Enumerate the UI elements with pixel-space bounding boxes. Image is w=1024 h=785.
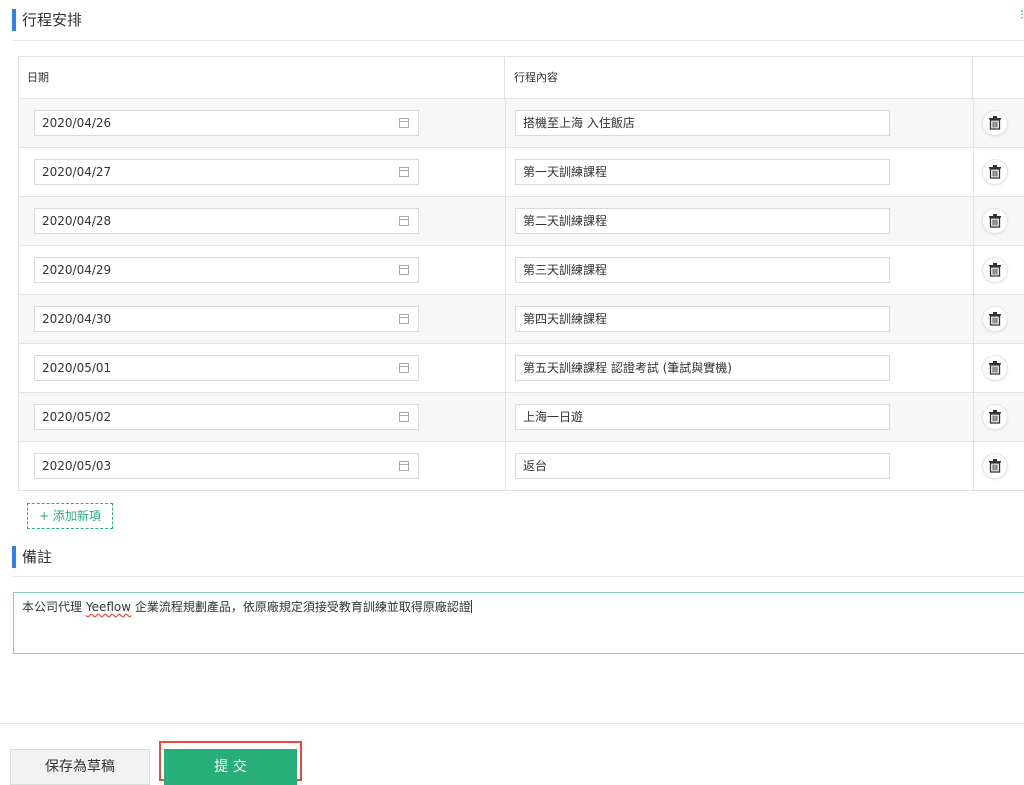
trash-icon [989,410,1001,424]
content-input[interactable]: 搭機至上海 入住飯店 [515,110,890,136]
date-input[interactable]: 2020/05/02 [34,404,419,430]
table-row: 2020/04/30 第四天訓練課程 [19,295,1024,344]
date-input[interactable]: 2020/04/28 [34,208,419,234]
delete-row-button[interactable] [982,208,1008,234]
trash-icon [989,312,1001,326]
calendar-icon[interactable] [399,314,409,324]
actions-cell [974,295,1024,343]
content-cell: 返台 [506,442,974,490]
content-cell: 第三天訓練課程 [506,246,974,294]
content-input[interactable]: 第四天訓練課程 [515,306,890,332]
content-input[interactable]: 第一天訓練課程 [515,159,890,185]
date-input[interactable]: 2020/05/03 [34,453,419,479]
trash-icon [989,214,1001,228]
delete-row-button[interactable] [982,404,1008,430]
delete-row-button[interactable] [982,257,1008,283]
content-input[interactable]: 第二天訓練課程 [515,208,890,234]
content-input[interactable]: 上海一日遊 [515,404,890,430]
date-value: 2020/05/03 [42,459,112,473]
divider [12,40,1024,41]
calendar-icon[interactable] [399,363,409,373]
table-header: 日期 行程內容 [19,57,1024,99]
trash-icon [989,361,1001,375]
date-value: 2020/04/30 [42,312,112,326]
table-row: 2020/04/28 第二天訓練課程 [19,197,1024,246]
actions-cell [974,148,1024,196]
actions-cell [974,442,1024,490]
content-input[interactable]: 第三天訓練課程 [515,257,890,283]
content-cell: 第一天訓練課程 [506,148,974,196]
table-row: 2020/04/29 第三天訓練課程 [19,246,1024,295]
table-row: 2020/05/01 第五天訓練課程 認證考試 (筆試與實機) [19,344,1024,393]
date-value: 2020/05/01 [42,361,112,375]
delete-row-button[interactable] [982,355,1008,381]
column-header-date: 日期 [19,57,505,98]
table-row: 2020/04/27 第一天訓練課程 [19,148,1024,197]
actions-cell [974,197,1024,245]
table-row: 2020/05/03 返台 [19,442,1024,491]
itinerary-table: 日期 行程內容 2020/04/26 搭機至上海 入住飯店 2020/04/27 第一… [18,56,1024,491]
actions-cell [974,246,1024,294]
date-cell: 2020/04/28 [19,197,506,245]
content-input[interactable]: 返台 [515,453,890,479]
date-cell: 2020/04/26 [19,99,506,147]
table-row: 2020/05/02 上海一日遊 [19,393,1024,442]
itinerary-section-title: 行程安排 [12,9,82,31]
calendar-icon[interactable] [399,118,409,128]
date-input[interactable]: 2020/04/26 [34,110,419,136]
actions-cell [974,99,1024,147]
date-value: 2020/04/26 [42,116,112,130]
content-cell: 第四天訓練課程 [506,295,974,343]
date-value: 2020/04/29 [42,263,112,277]
more-icon[interactable]: ⁝ [1020,8,1024,23]
add-item-button[interactable]: + 添加新項 [27,503,113,529]
content-cell: 上海一日遊 [506,393,974,441]
text-caret [470,600,472,613]
trash-icon [989,116,1001,130]
date-input[interactable]: 2020/04/27 [34,159,419,185]
date-input[interactable]: 2020/04/30 [34,306,419,332]
content-cell: 搭機至上海 入住飯店 [506,99,974,147]
calendar-icon[interactable] [399,461,409,471]
save-draft-button[interactable]: 保存為草稿 [10,749,150,785]
calendar-icon[interactable] [399,265,409,275]
date-cell: 2020/04/29 [19,246,506,294]
delete-row-button[interactable] [982,453,1008,479]
content-cell: 第五天訓練課程 認證考試 (筆試與實機) [506,344,974,392]
calendar-icon[interactable] [399,412,409,422]
footer-divider [0,723,1024,724]
submit-button[interactable]: 提 交 [164,749,297,785]
actions-cell [974,393,1024,441]
divider [12,576,1024,577]
column-header-content: 行程內容 [506,57,973,98]
table-row: 2020/04/26 搭機至上海 入住飯店 [19,99,1024,148]
date-input[interactable]: 2020/05/01 [34,355,419,381]
calendar-icon[interactable] [399,167,409,177]
delete-row-button[interactable] [982,306,1008,332]
actions-cell [974,344,1024,392]
delete-row-button[interactable] [982,159,1008,185]
date-value: 2020/04/28 [42,214,112,228]
remarks-section-title: 備註 [12,546,52,568]
submit-highlight: 提 交 [159,741,302,785]
column-header-actions [974,57,1024,98]
trash-icon [989,459,1001,473]
date-cell: 2020/04/27 [19,148,506,196]
remarks-textarea[interactable]: 本公司代理 Yeeflow 企業流程規劃產品，依原廠規定須接受教育訓練並取得原廠… [13,592,1024,654]
date-value: 2020/05/02 [42,410,112,424]
brand-text: Yeeflow [85,600,132,614]
date-cell: 2020/05/03 [19,442,506,490]
date-cell: 2020/04/30 [19,295,506,343]
date-value: 2020/04/27 [42,165,112,179]
content-input[interactable]: 第五天訓練課程 認證考試 (筆試與實機) [515,355,890,381]
trash-icon [989,263,1001,277]
calendar-icon[interactable] [399,216,409,226]
date-input[interactable]: 2020/04/29 [34,257,419,283]
date-cell: 2020/05/02 [19,393,506,441]
date-cell: 2020/05/01 [19,344,506,392]
content-cell: 第二天訓練課程 [506,197,974,245]
trash-icon [989,165,1001,179]
delete-row-button[interactable] [982,110,1008,136]
